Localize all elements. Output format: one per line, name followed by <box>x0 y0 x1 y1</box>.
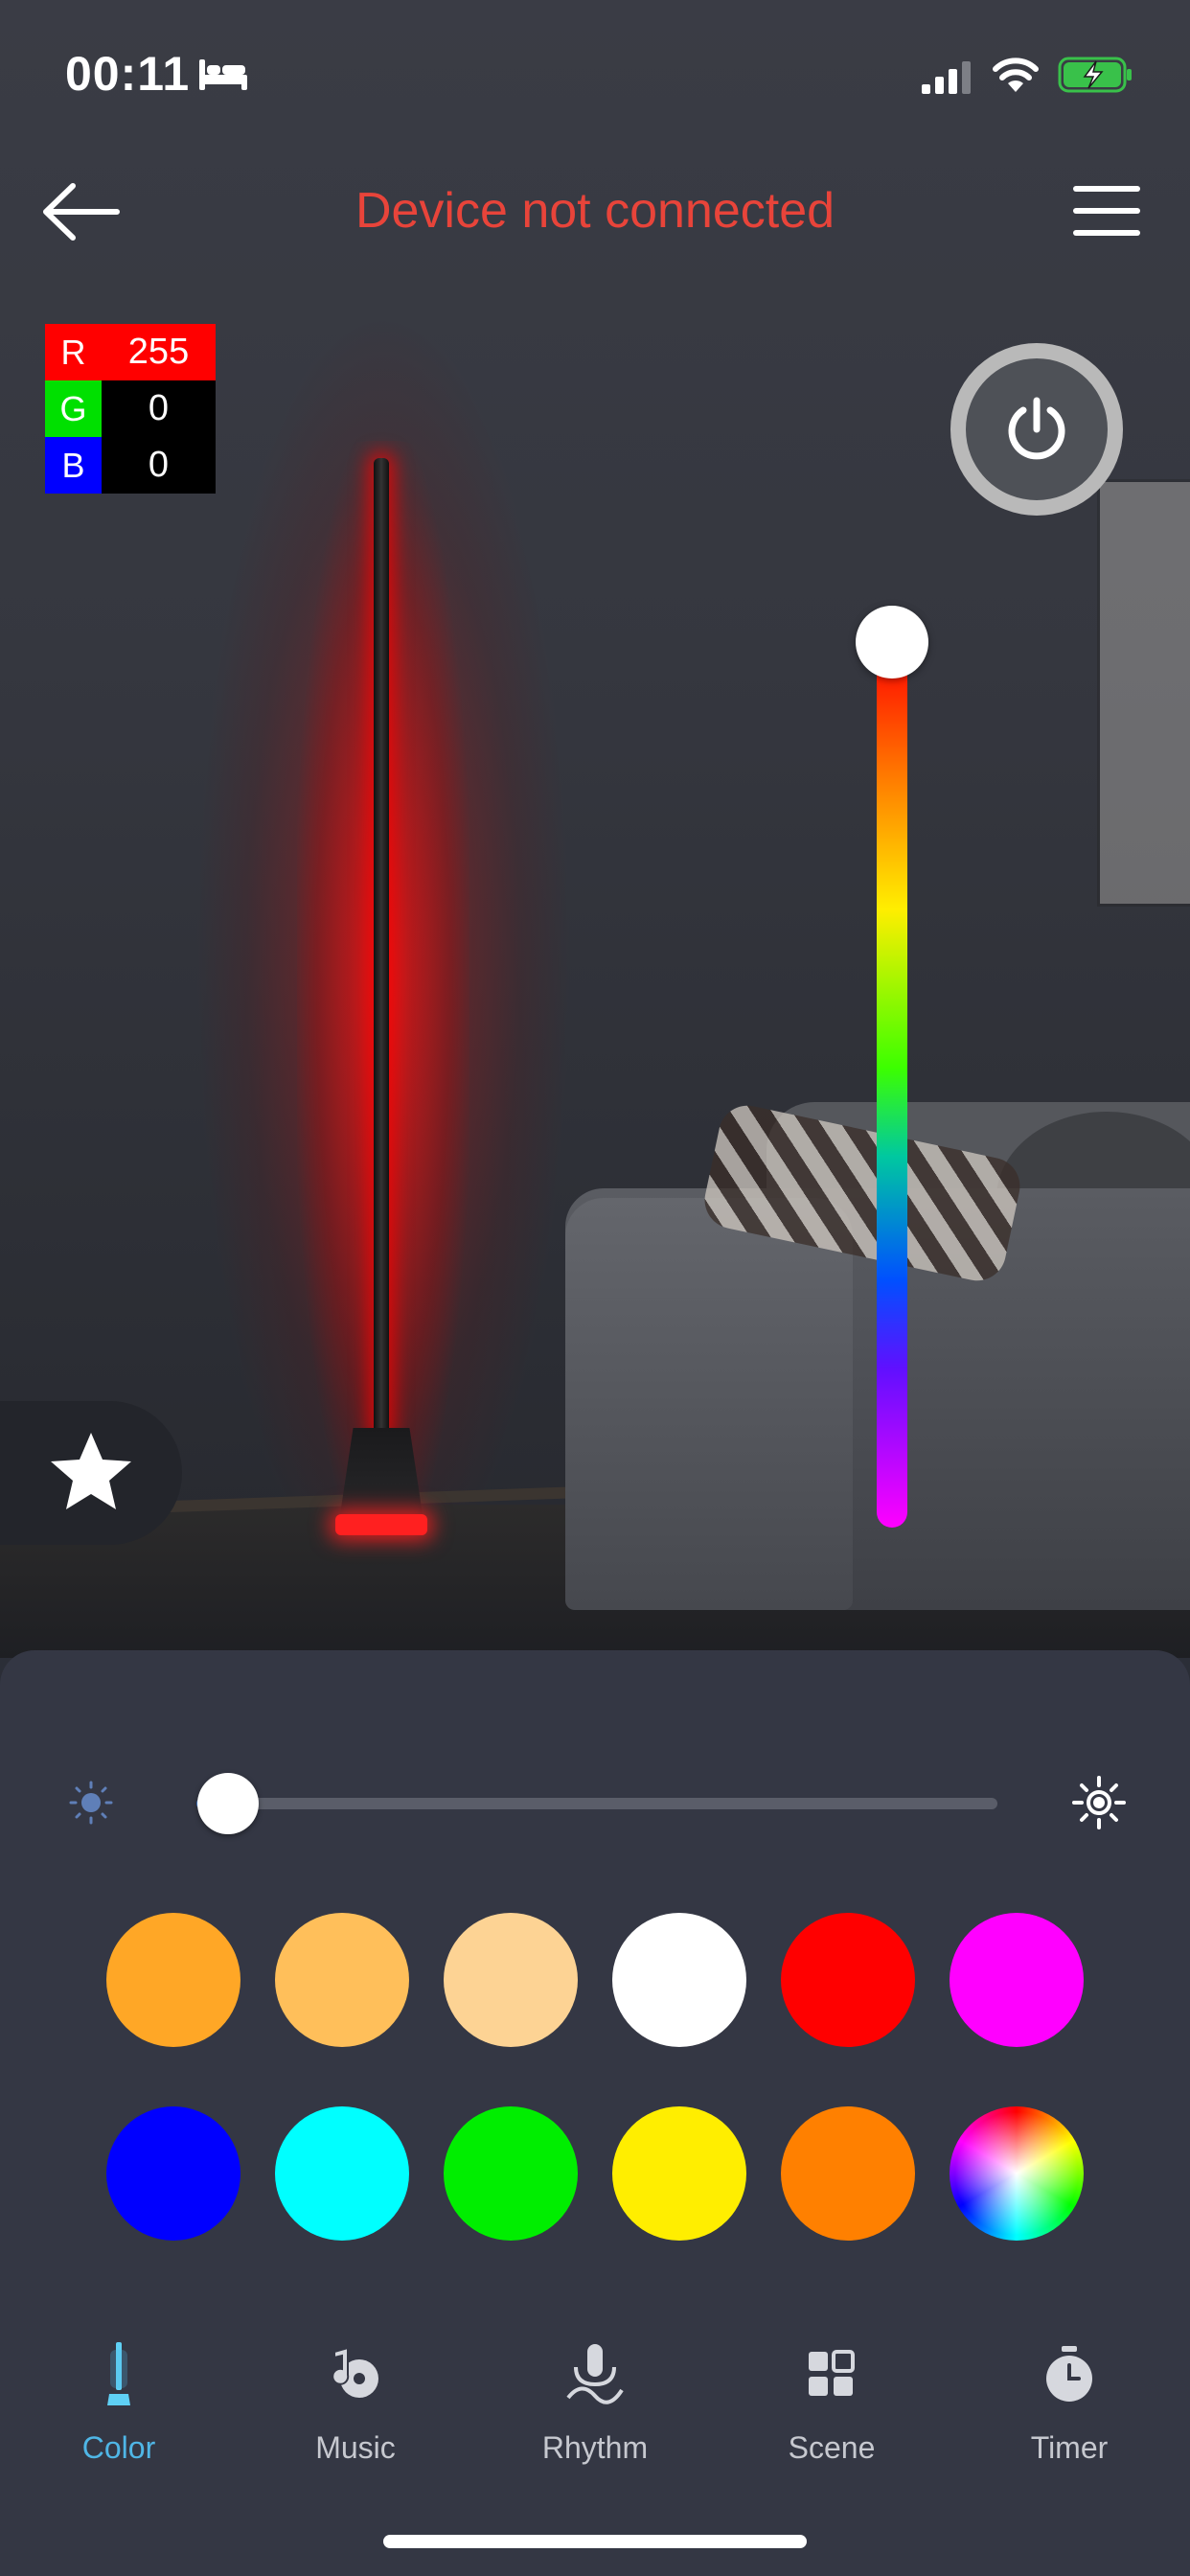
rgb-row-blue: B 0 <box>45 437 216 494</box>
color-swatch-yellow[interactable] <box>612 2106 746 2241</box>
bottom-tab-bar: Color Music Rhythm Scene Timer <box>0 2329 1190 2482</box>
status-bar: 00:11 <box>0 0 1190 144</box>
color-swatch-red[interactable] <box>781 1913 915 2047</box>
wall-painting <box>1097 479 1190 907</box>
rgb-value-g: 0 <box>102 380 216 437</box>
grid-icon <box>809 2350 855 2396</box>
hue-slider-track[interactable] <box>877 644 907 1528</box>
cellular-signal-icon <box>922 61 971 94</box>
sleep-bed-icon <box>199 59 247 90</box>
wifi-icon <box>993 58 1039 92</box>
tab-rhythm[interactable]: Rhythm <box>499 2329 691 2472</box>
microphone-icon <box>566 2344 624 2404</box>
rgb-row-green: G 0 <box>45 380 216 437</box>
stopwatch-icon <box>1046 2346 1092 2402</box>
connection-status-title: Device not connected <box>355 183 835 239</box>
color-swatch-orange[interactable] <box>106 1913 240 2047</box>
music-icon <box>332 2346 378 2398</box>
sofa-arm <box>565 1198 853 1610</box>
tab-color[interactable]: Color <box>23 2329 215 2472</box>
navigation-bar: Device not connected <box>0 163 1190 259</box>
rgb-value-r: 255 <box>102 324 216 380</box>
rgb-readout: R 255 G 0 B 0 <box>45 324 216 494</box>
tab-music-label: Music <box>315 2430 396 2465</box>
color-swatch-light-orange[interactable] <box>275 1913 409 2047</box>
color-swatch-green[interactable] <box>444 2106 578 2241</box>
tab-rhythm-label: Rhythm <box>541 2430 649 2465</box>
brightness-slider-track[interactable] <box>196 1798 997 1809</box>
color-swatch-blue[interactable] <box>106 2106 240 2241</box>
rgb-value-b: 0 <box>102 437 216 494</box>
battery-charging-icon <box>1058 57 1132 93</box>
floor-lamp-pole <box>374 458 389 1436</box>
color-swatch-cyan[interactable] <box>275 2106 409 2241</box>
brightness-slider-thumb[interactable] <box>196 1773 259 1834</box>
rgb-label-r: R <box>45 324 102 380</box>
power-button[interactable] <box>950 343 1123 516</box>
brightness-high-icon <box>1072 1776 1126 1829</box>
star-icon <box>51 1433 131 1509</box>
rgb-label-b: B <box>45 437 102 494</box>
tab-music[interactable]: Music <box>260 2329 451 2472</box>
tab-timer-label: Timer <box>1030 2430 1109 2465</box>
tab-timer[interactable]: Timer <box>973 2329 1165 2472</box>
home-indicator[interactable] <box>383 2535 807 2548</box>
favorite-button[interactable] <box>0 1401 182 1545</box>
tab-color-label: Color <box>81 2430 156 2465</box>
color-swatch-white[interactable] <box>612 1913 746 2047</box>
tab-scene[interactable]: Scene <box>736 2329 927 2472</box>
color-swatch-color-wheel[interactable] <box>950 2106 1084 2241</box>
brightness-low-icon <box>69 1781 113 1825</box>
color-swatch-dark-orange[interactable] <box>781 2106 915 2241</box>
floor-lamp-base-light <box>335 1514 427 1535</box>
rgb-label-g: G <box>45 380 102 437</box>
power-icon <box>1008 397 1065 460</box>
rgb-row-red: R 255 <box>45 324 216 380</box>
tab-scene-label: Scene <box>788 2430 876 2465</box>
menu-icon[interactable] <box>1071 180 1142 242</box>
color-swatch-magenta[interactable] <box>950 1913 1084 2047</box>
status-time: 00:11 <box>65 47 191 101</box>
color-swatch-peach[interactable] <box>444 1913 578 2047</box>
light-bar-icon <box>107 2342 130 2405</box>
hue-slider-thumb[interactable] <box>856 606 928 678</box>
